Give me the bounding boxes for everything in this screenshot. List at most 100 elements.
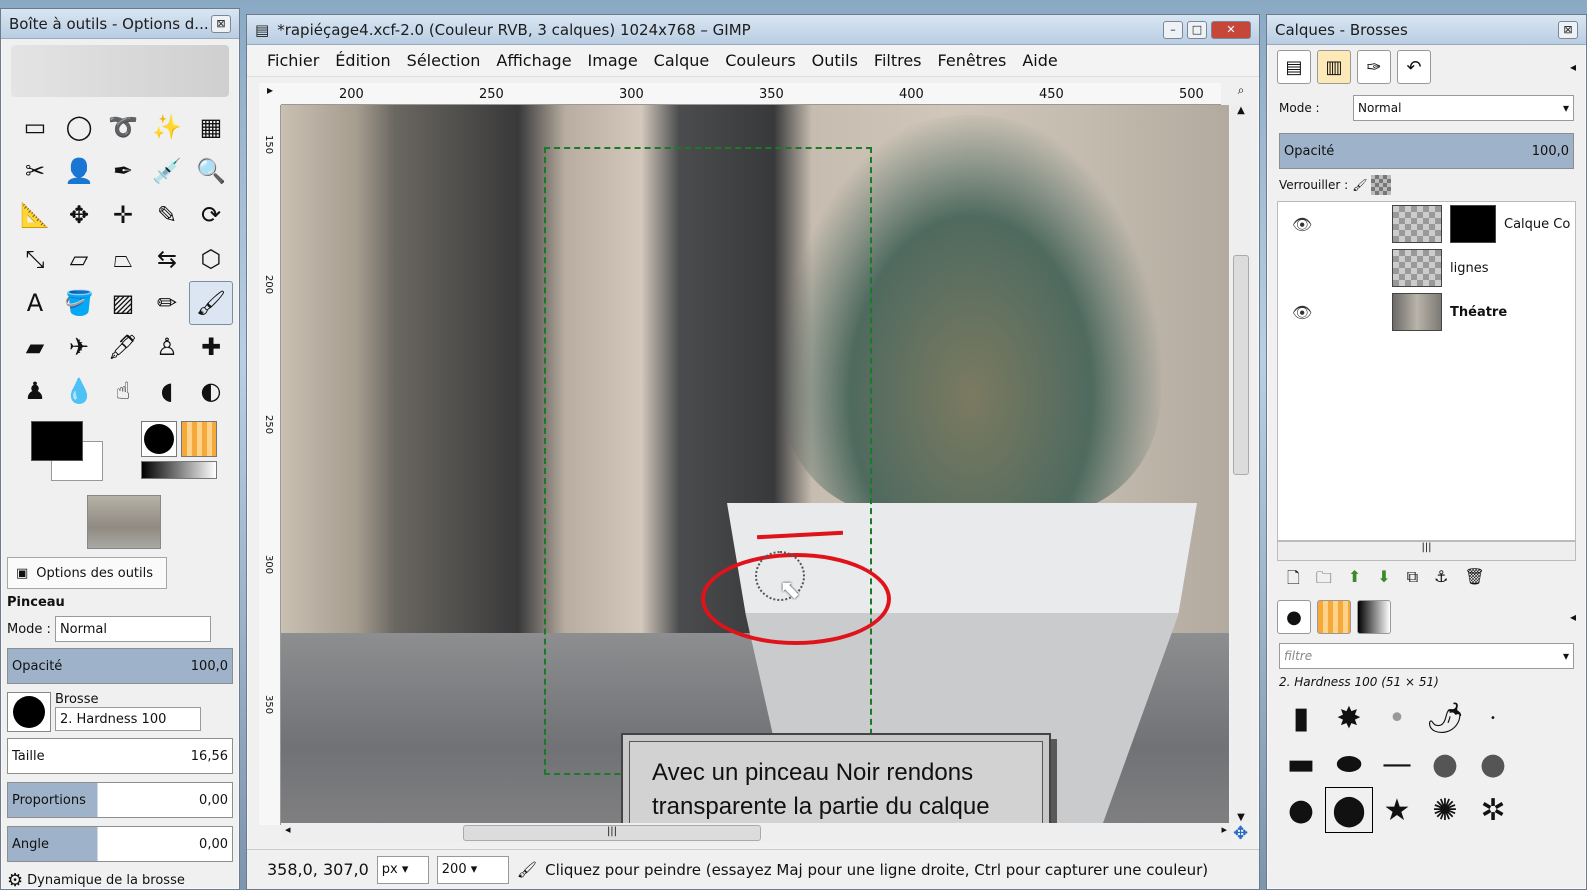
scroll-left-icon[interactable]: ◂ [285, 823, 291, 836]
zoom-icon[interactable]: 🔍 [189, 149, 233, 193]
tab-channels-icon[interactable]: ▥ [1317, 50, 1351, 84]
brush-star-burst-icon[interactable]: ✸ [1325, 695, 1373, 741]
shear-icon[interactable]: ▱ [57, 237, 101, 281]
toolbox-titlebar[interactable]: Boîte à outils - Options d... ⊠ [1, 9, 239, 39]
brush-dot-icon[interactable]: • [1469, 695, 1517, 741]
eraser-icon[interactable]: ▰ [13, 325, 57, 369]
dock-menu-icon[interactable]: ◂ [1570, 60, 1576, 74]
layers-close-button[interactable]: ⊠ [1558, 20, 1578, 39]
rect-select-icon[interactable]: ▭ [13, 105, 57, 149]
layer-name[interactable]: lignes [1450, 261, 1489, 276]
navigate-icon[interactable]: ⌕ [1231, 83, 1251, 105]
lasso-icon[interactable]: ➰ [101, 105, 145, 149]
brush-selector[interactable] [7, 692, 51, 732]
raise-layer-icon[interactable]: ⬆ [1348, 567, 1361, 589]
smudge-icon[interactable]: ☝ [101, 369, 145, 413]
layer-row[interactable]: 👁 Théatre [1278, 290, 1575, 334]
color-select-icon[interactable]: ▦ [189, 105, 233, 149]
active-image-thumbnail[interactable] [87, 495, 161, 549]
tab-patterns-icon[interactable] [1317, 600, 1351, 634]
menu-item[interactable]: Image [580, 51, 646, 70]
brush-name-field[interactable]: 2. Hardness 100 [55, 707, 201, 731]
layer-thumbnail[interactable] [1392, 205, 1442, 243]
layers-titlebar[interactable]: Calques - Brosses ⊠ [1267, 15, 1586, 45]
angle-slider[interactable]: Angle 0,00 [7, 826, 233, 862]
scale-icon[interactable]: ⤡ [13, 237, 57, 281]
quickmask-toggle[interactable]: ▸ [259, 83, 281, 105]
horizontal-scrollbar[interactable]: ◂ ||| ▸ [281, 823, 1231, 843]
perspective-clone-icon[interactable]: ♟ [13, 369, 57, 413]
menu-item[interactable]: Calque [646, 51, 718, 70]
layer-row[interactable]: 👁 Calque Co [1278, 202, 1575, 246]
lock-pixels-icon[interactable]: 🖌 [1352, 178, 1367, 192]
vertical-scrollbar[interactable]: ▲ ▼ [1231, 105, 1251, 823]
layer-opacity-slider[interactable]: Opacité 100,0 [1279, 133, 1574, 169]
toolbox-close-button[interactable]: ⊠ [211, 14, 231, 33]
ink-icon[interactable]: 🖋 [101, 325, 145, 369]
measure-icon[interactable]: 📐 [13, 193, 57, 237]
menu-item[interactable]: Sélection [399, 51, 489, 70]
vertical-scroll-thumb[interactable] [1233, 255, 1249, 475]
dynamics-icon[interactable]: ⚙ [7, 870, 23, 890]
tab-paths-icon[interactable]: ✑ [1357, 50, 1391, 84]
layer-mask-thumbnail[interactable] [1450, 205, 1496, 243]
color-picker-icon[interactable]: 💉 [145, 149, 189, 193]
horizontal-ruler[interactable]: 200 250 300 350 400 450 500 [281, 83, 1221, 105]
brush-ellipse-icon[interactable]: ⬬ [1325, 741, 1373, 787]
image-titlebar[interactable]: ▤ *rapiéçage4.xcf-2.0 (Couleur RVB, 3 ca… [247, 15, 1259, 45]
brush-blur-large-icon[interactable]: ● [1469, 741, 1517, 787]
duplicate-layer-icon[interactable]: ⧉ [1407, 567, 1418, 589]
layer-thumbnail[interactable] [1392, 293, 1442, 331]
lower-layer-icon[interactable]: ⬇ [1377, 567, 1390, 589]
visibility-eye-icon[interactable]: 👁 [1292, 303, 1316, 322]
unit-select[interactable]: px ▾ [376, 855, 429, 884]
pattern-preview[interactable] [181, 421, 217, 457]
dodge-burn-icon[interactable]: ◖ [145, 369, 189, 413]
crop-icon[interactable]: ✎ [145, 193, 189, 237]
tab-gradients-icon[interactable] [1357, 600, 1391, 634]
brush-pencil-texture-icon[interactable]: ▮ [1277, 695, 1325, 741]
scroll-down-icon[interactable]: ▼ [1231, 812, 1251, 823]
mode-select[interactable]: Normal [54, 616, 211, 642]
brush-line-thick-icon[interactable]: ▬ [1277, 741, 1325, 787]
brush-filter-combo[interactable]: filtre ▾ [1279, 643, 1574, 669]
menu-item[interactable]: Filtres [866, 51, 930, 70]
airbrush-icon[interactable]: ✈ [57, 325, 101, 369]
scroll-right-icon[interactable]: ▸ [1221, 823, 1227, 836]
pencil-icon[interactable]: ✏ [145, 281, 189, 325]
menu-item[interactable]: Outils [804, 51, 866, 70]
navigate-move-icon[interactable]: ✥ [1233, 823, 1248, 844]
aspect-slider[interactable]: Proportions 0,00 [7, 782, 233, 818]
layer-row[interactable]: lignes [1278, 246, 1575, 290]
bucket-fill-icon[interactable]: 🪣 [57, 281, 101, 325]
brush-fuzzy-icon[interactable]: • [1373, 695, 1421, 741]
tab-tool-options[interactable]: ▣ Options des outils [7, 557, 167, 589]
maximize-button[interactable]: □ [1187, 20, 1207, 39]
menu-item[interactable]: Fenêtres [930, 51, 1015, 70]
layer-mode-select[interactable]: Normal ▾ [1353, 95, 1574, 121]
opacity-slider[interactable]: Opacité 100,0 [7, 648, 233, 684]
menu-item[interactable]: Fichier [259, 51, 327, 70]
foreground-select-icon[interactable]: 👤 [57, 149, 101, 193]
flip-icon[interactable]: ⇆ [145, 237, 189, 281]
zoom-select[interactable]: 200 ▾ [436, 855, 509, 884]
gradient-preview[interactable] [141, 461, 217, 479]
align-icon[interactable]: ✛ [101, 193, 145, 237]
vertical-ruler[interactable]: 150 200 250 300 350 [259, 105, 281, 825]
paths-icon[interactable]: ✒ [101, 149, 145, 193]
fuzzy-select-icon[interactable]: ✨ [145, 105, 189, 149]
menu-item[interactable]: Couleurs [717, 51, 803, 70]
brush-blur-small-icon[interactable]: ● [1421, 741, 1469, 787]
color-balance-icon[interactable]: ◐ [189, 369, 233, 413]
ellipse-select-icon[interactable]: ◯ [57, 105, 101, 149]
brush-line-thin-icon[interactable]: — [1373, 741, 1421, 787]
text-icon[interactable]: A [13, 281, 57, 325]
rotate-icon[interactable]: ⟳ [189, 193, 233, 237]
layer-thumbnail[interactable] [1392, 249, 1442, 287]
brush-sponge-icon[interactable]: ✲ [1469, 787, 1517, 833]
tab-undo-icon[interactable]: ↶ [1397, 50, 1431, 84]
layer-name[interactable]: Théatre [1450, 305, 1507, 320]
foreground-color-swatch[interactable] [31, 421, 83, 461]
blur-icon[interactable]: 💧 [57, 369, 101, 413]
image-canvas[interactable]: ⬉ Avec un pinceau Noir rendons transpare… [281, 105, 1229, 823]
